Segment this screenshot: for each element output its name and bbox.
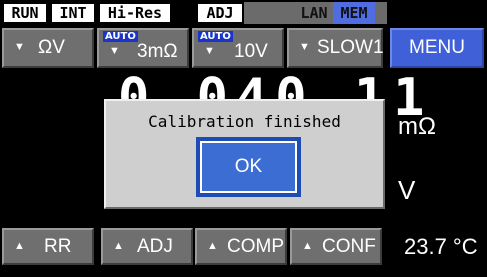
voltage-range-button[interactable]: AUTO ▼ 10V (192, 28, 284, 68)
instrument-screen: RUN INT Hi-Res ADJ LAN MEM ▼ ΩV AUTO ▼ 3… (0, 0, 487, 277)
triangle-up-icon: ▲ (302, 239, 313, 252)
rr-button[interactable]: ▲ RR (2, 228, 94, 265)
status-hires: Hi-Res (98, 2, 172, 24)
auto-badge: AUTO (198, 31, 233, 42)
triangle-up-icon: ▲ (207, 239, 218, 252)
triangle-down-icon: ▼ (109, 45, 120, 57)
ok-button-focus-frame: OK (196, 137, 301, 197)
triangle-up-icon: ▲ (14, 239, 25, 252)
triangle-down-icon: ▼ (204, 45, 215, 57)
menu-button[interactable]: MENU (390, 28, 484, 68)
temperature-readout: 23.7 °C (404, 234, 478, 259)
speed-button[interactable]: ▼ SLOW1 (287, 28, 384, 68)
resistance-range-label: 3mΩ (137, 41, 178, 62)
auto-badge: AUTO (103, 31, 138, 42)
comp-label: COMP (227, 235, 284, 257)
triangle-down-icon: ▼ (14, 41, 25, 53)
status-adj: ADJ (196, 2, 244, 24)
triangle-up-icon: ▲ (113, 239, 124, 252)
adj-button[interactable]: ▲ ADJ (101, 228, 193, 265)
speed-label: SLOW1 (317, 37, 384, 58)
resistance-unit: mΩ (398, 113, 436, 140)
rr-label: RR (44, 235, 72, 257)
status-int: INT (50, 2, 96, 24)
voltage-unit: V (398, 175, 416, 205)
status-mem: MEM (333, 2, 375, 24)
triangle-down-icon: ▼ (299, 41, 310, 53)
conf-button[interactable]: ▲ CONF (290, 228, 382, 265)
range-mode-label: ΩV (38, 37, 65, 58)
menu-label: MENU (409, 37, 465, 58)
calibration-dialog: Calibration finished OK (104, 99, 385, 209)
dialog-message: Calibration finished (148, 112, 341, 131)
range-mode-button[interactable]: ▼ ΩV (2, 28, 94, 68)
adj-label: ADJ (137, 235, 173, 257)
status-run: RUN (2, 2, 48, 24)
conf-label: CONF (322, 235, 376, 257)
ok-button[interactable]: OK (200, 141, 297, 193)
status-lan: LAN (295, 2, 333, 24)
comp-button[interactable]: ▲ COMP (195, 228, 287, 265)
resistance-range-button[interactable]: AUTO ▼ 3mΩ (97, 28, 189, 68)
voltage-range-label: 10V (234, 41, 268, 62)
